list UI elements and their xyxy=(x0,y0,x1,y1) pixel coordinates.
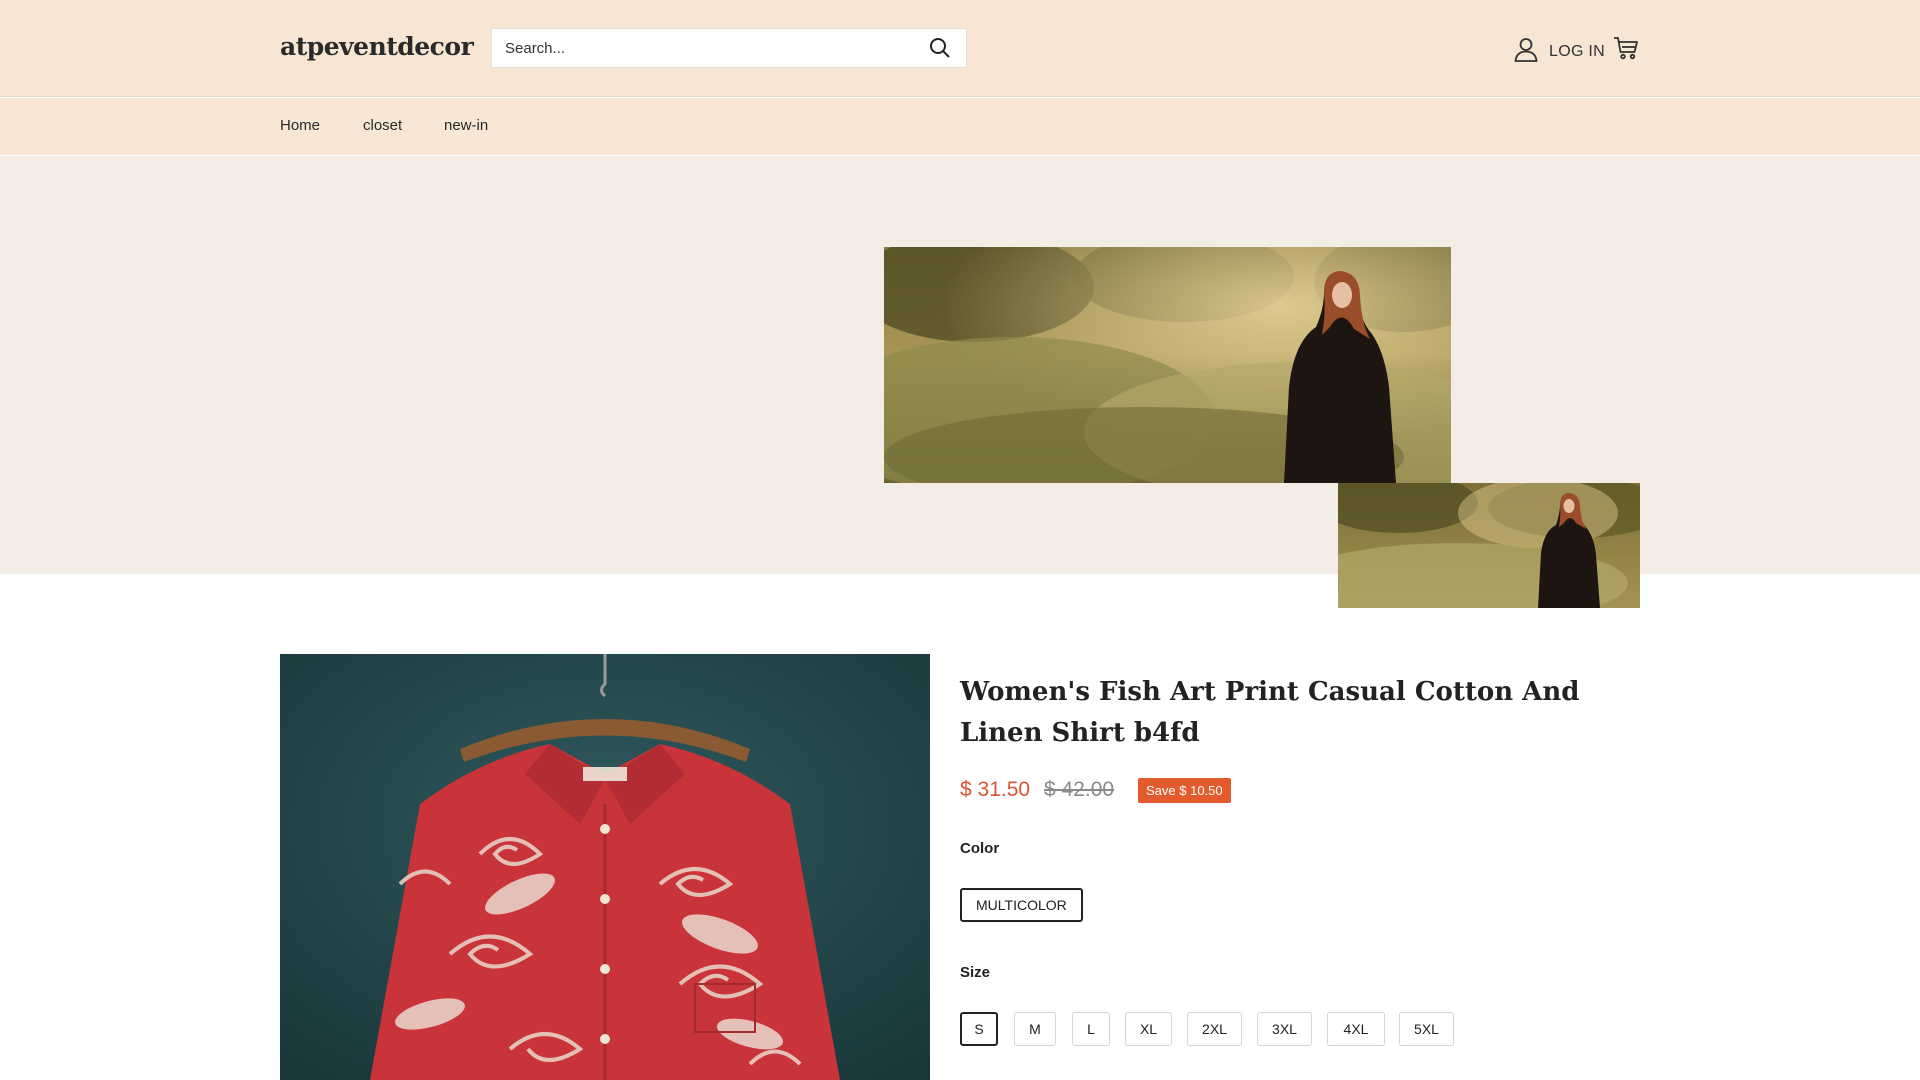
size-option-2xl[interactable]: 2XL xyxy=(1187,1012,1242,1046)
cart-button[interactable] xyxy=(1613,36,1639,65)
banner-photo-small xyxy=(1338,483,1640,608)
login-link[interactable]: LOG IN xyxy=(1513,36,1605,67)
size-option-s[interactable]: S xyxy=(960,1012,998,1046)
size-option-l[interactable]: L xyxy=(1072,1012,1110,1046)
nav-item-new-in[interactable]: new-in xyxy=(444,117,488,134)
size-option-m[interactable]: M xyxy=(1014,1012,1056,1046)
size-option-5xl[interactable]: 5XL xyxy=(1399,1012,1454,1046)
product-title: Women's Fish Art Print Casual Cotton And… xyxy=(960,677,1580,748)
site-header: atpeventdecor LOG IN xyxy=(0,0,1920,97)
size-option-4xl[interactable]: 4XL xyxy=(1327,1012,1385,1046)
color-label: Color xyxy=(960,840,1000,857)
login-label: LOG IN xyxy=(1549,42,1606,60)
banner-photo-large xyxy=(884,247,1451,483)
product-main-image[interactable] xyxy=(280,654,930,1080)
size-option-xl[interactable]: XL xyxy=(1125,1012,1172,1046)
size-option-3xl[interactable]: 3XL xyxy=(1257,1012,1312,1046)
search-icon[interactable] xyxy=(920,28,960,68)
main-nav: Home closet new-in xyxy=(0,98,1920,155)
color-option-multicolor[interactable]: MULTICOLOR xyxy=(960,888,1083,922)
nav-item-closet[interactable]: closet xyxy=(363,117,402,134)
site-logo[interactable]: atpeventdecor xyxy=(280,32,474,61)
size-label: Size xyxy=(960,964,991,981)
save-badge: Save $ 10.50 xyxy=(1138,778,1231,803)
search-bar xyxy=(491,28,967,68)
nav-item-home[interactable]: Home xyxy=(280,117,320,134)
cart-icon xyxy=(1613,37,1639,64)
sale-price: $ 31.50 xyxy=(960,778,1031,801)
search-input[interactable] xyxy=(492,29,920,67)
compare-price: $ 42.00 xyxy=(1044,778,1115,801)
user-icon xyxy=(1513,36,1539,67)
